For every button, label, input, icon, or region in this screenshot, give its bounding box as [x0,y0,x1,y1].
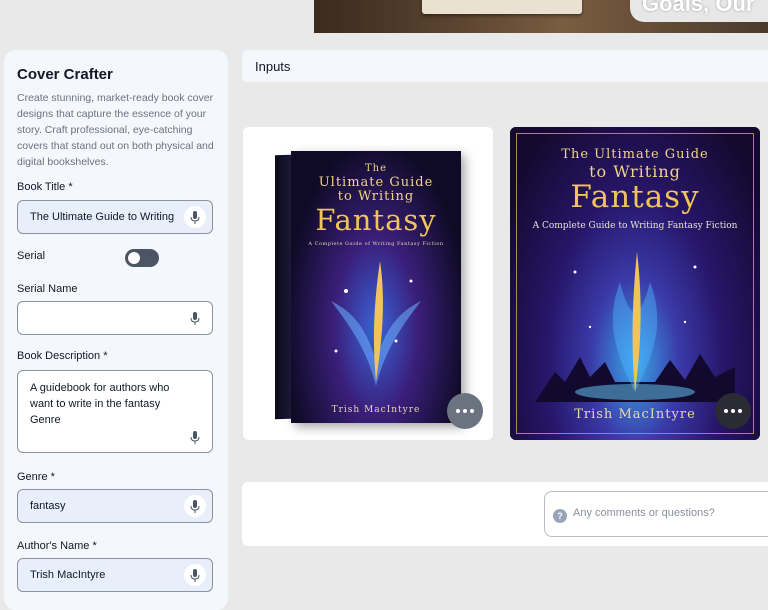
dot-icon [463,409,467,413]
dot-icon [456,409,460,413]
cover-title-line: Ultimate Guide [318,175,434,190]
cover-title-main: Fantasy [570,179,700,215]
banner-image: Goals, Our [314,0,768,33]
quill-art [331,261,421,386]
dot-icon [738,409,742,413]
cover-title-line: to Writing [337,189,415,204]
dot-icon [731,409,735,413]
cover-title-main: Fantasy [315,203,437,237]
cover-author: Trish MacIntyre [331,405,421,415]
cover-card-1[interactable]: The Ultimate Guide to Writing Fantasy A … [243,127,493,440]
flat-cover: The Ultimate Guide to Writing Fantasy A … [510,127,760,440]
book-description-value[interactable]: A guidebook for authors who want to writ… [30,380,170,428]
cover-card-2[interactable]: The Ultimate Guide to Writing Fantasy A … [510,127,760,440]
dot-icon [470,409,474,413]
serial-name-label: Serial Name [17,283,78,295]
cover-subtitle: A Complete Guide to Writing Fantasy Fict… [532,221,738,231]
mic-icon[interactable] [184,206,206,228]
panel-title: Cover Crafter [17,66,113,83]
cover-title-line: The [364,163,388,174]
dot-icon [724,409,728,413]
mic-icon[interactable] [184,564,206,586]
author-name-field[interactable]: Trish MacIntyre [17,558,213,592]
serial-toggle[interactable] [125,249,159,267]
more-options-button[interactable] [447,393,483,429]
comments-section: ? [242,482,768,546]
book-description-label: Book Description * [17,350,108,362]
banner-text: Goals, Our [630,0,768,22]
cover-subtitle: A Complete Guide of Writing Fantasy Fict… [308,241,444,247]
book-front-cover: The Ultimate Guide to Writing Fantasy A … [291,151,461,423]
quill-art [535,252,735,402]
more-options-button[interactable] [715,393,751,429]
inputs-section-title: Inputs [255,59,291,74]
comment-input[interactable] [571,506,768,520]
mic-icon[interactable] [184,426,206,448]
comment-box[interactable]: ? [544,491,768,537]
inputs-section-header[interactable]: Inputs [242,50,768,82]
book-title-label: Book Title * [17,181,73,193]
book-spine [275,154,291,420]
help-icon: ? [553,509,567,523]
author-name-value[interactable]: Trish MacIntyre [30,569,178,581]
mic-icon[interactable] [184,307,206,329]
genre-label: Genre * [17,471,55,483]
cover-crafter-panel: Cover Crafter Create stunning, market-re… [4,50,228,610]
banner-book [422,0,582,14]
book-title-value[interactable]: The Ultimate Guide to Writing Fantasy [30,211,178,223]
genre-value[interactable]: fantasy [30,500,178,512]
book-mockup: The Ultimate Guide to Writing Fantasy A … [275,151,461,423]
book-description-field[interactable]: A guidebook for authors who want to writ… [17,370,213,453]
cover-title-line: The Ultimate Guide [561,147,709,162]
book-title-field[interactable]: The Ultimate Guide to Writing Fantasy [17,200,213,234]
serial-label: Serial [17,250,46,262]
toggle-knob [128,252,140,264]
author-name-label: Author's Name * [17,540,97,552]
genre-field[interactable]: fantasy [17,489,213,523]
mic-icon[interactable] [184,495,206,517]
panel-description: Create stunning, market-ready book cover… [17,92,214,168]
serial-name-field[interactable] [17,301,213,335]
